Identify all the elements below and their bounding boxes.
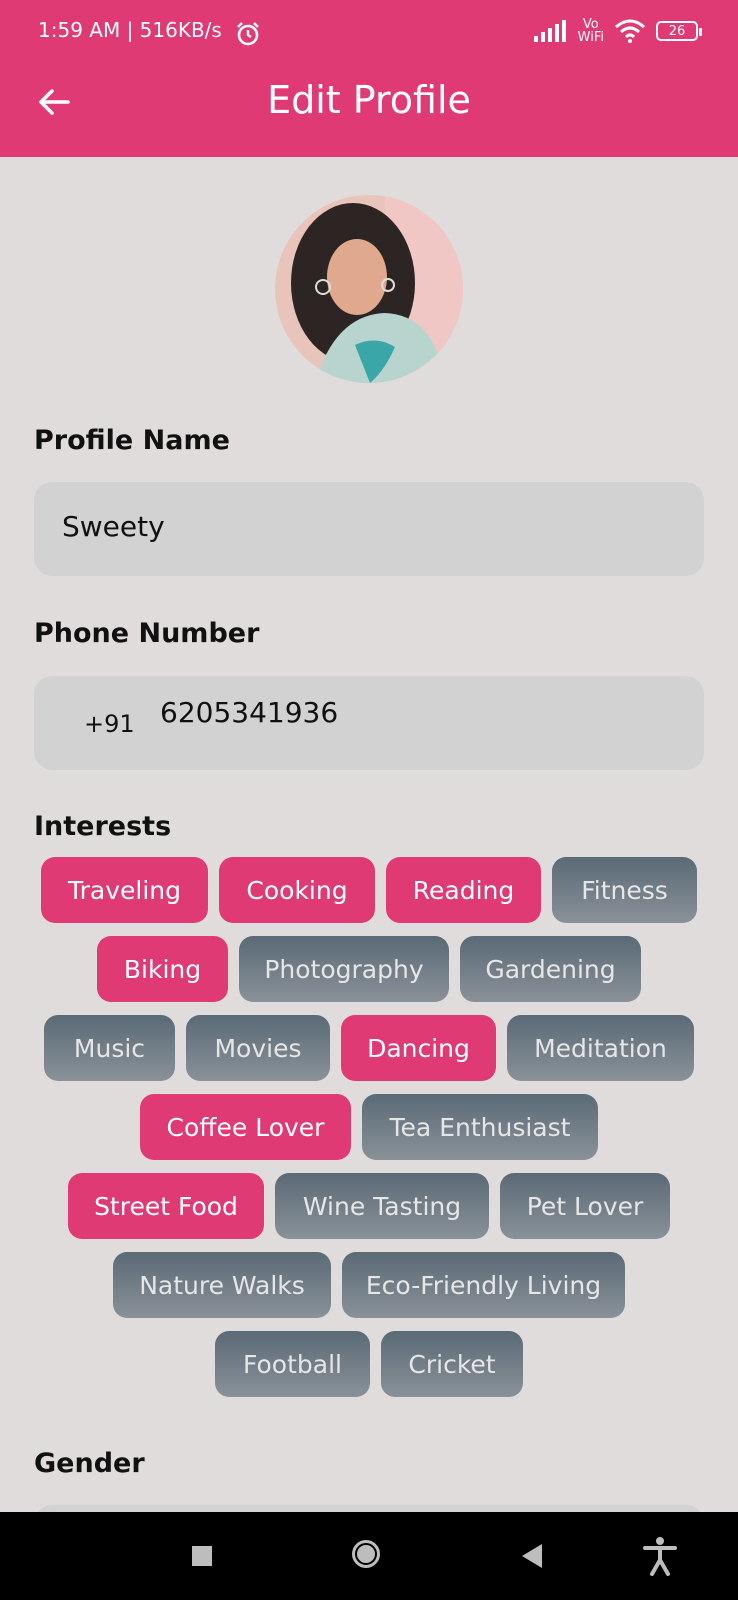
recents-icon[interactable] xyxy=(192,1546,212,1566)
chip-label: Coffee Lover xyxy=(166,1112,325,1142)
interest-chip-movies[interactable]: Movies xyxy=(186,1015,330,1081)
chip-label: Pet Lover xyxy=(526,1191,644,1221)
profile-name-value[interactable]: Sweety xyxy=(62,510,165,543)
country-code[interactable]: +91 xyxy=(84,710,135,738)
interest-chip-eco-friendly-living[interactable]: Eco-Friendly Living xyxy=(342,1252,625,1318)
chip-label: Biking xyxy=(123,954,202,984)
chip-label: Street Food xyxy=(94,1191,238,1221)
interest-chip-gardening[interactable]: Gardening xyxy=(460,936,641,1002)
app-bar: 1:59 AM | 516KB/s Vo WiFi 26 Edit Profil… xyxy=(0,0,738,157)
profile-name-label: Profile Name xyxy=(34,425,230,456)
chip-label: Eco-Friendly Living xyxy=(365,1270,602,1300)
interest-chip-pet-lover[interactable]: Pet Lover xyxy=(500,1173,670,1239)
phone-number-field[interactable]: +91 6205341936 xyxy=(34,676,704,770)
interest-chip-meditation[interactable]: Meditation xyxy=(507,1015,694,1081)
chip-label: Fitness xyxy=(581,875,668,905)
interest-chip-music[interactable]: Music xyxy=(44,1015,175,1081)
interest-chip-photography[interactable]: Photography xyxy=(239,936,449,1002)
interest-chip-coffee-lover[interactable]: Coffee Lover xyxy=(140,1094,351,1160)
chip-label: Photography xyxy=(264,954,424,984)
chip-label: Dancing xyxy=(367,1033,470,1063)
interest-chip-wine-tasting[interactable]: Wine Tasting xyxy=(275,1173,489,1239)
page-title: Edit Profile xyxy=(267,78,471,122)
wifi-icon xyxy=(615,19,645,43)
interest-chip-traveling[interactable]: Traveling xyxy=(41,857,208,923)
chip-label: Cooking xyxy=(246,875,348,905)
chip-label: Gardening xyxy=(485,954,616,984)
alarm-icon xyxy=(237,22,259,46)
interest-chip-football[interactable]: Football xyxy=(215,1331,370,1397)
gender-label: Gender xyxy=(34,1448,145,1479)
interest-chip-tea-enthusiast[interactable]: Tea Enthusiast xyxy=(362,1094,598,1160)
interest-chip-cricket[interactable]: Cricket xyxy=(381,1331,523,1397)
system-nav-bar xyxy=(0,1512,738,1600)
accessibility-icon[interactable] xyxy=(642,1536,678,1576)
interest-chip-fitness[interactable]: Fitness xyxy=(552,857,697,923)
chip-label: Reading xyxy=(412,875,515,905)
status-icons: Vo WiFi 26 xyxy=(533,17,702,45)
chip-label: Movies xyxy=(214,1033,302,1063)
home-icon[interactable] xyxy=(352,1540,380,1568)
back-icon[interactable] xyxy=(522,1544,542,1568)
interest-chip-dancing[interactable]: Dancing xyxy=(341,1015,496,1081)
chip-label: Cricket xyxy=(408,1349,496,1379)
phone-number-label: Phone Number xyxy=(34,618,260,649)
chip-label: Nature Walks xyxy=(139,1270,305,1300)
interest-chip-biking[interactable]: Biking xyxy=(97,936,228,1002)
status-time: 1:59 AM | 516KB/s xyxy=(38,18,222,42)
chip-label: Football xyxy=(243,1349,342,1379)
battery-level: 26 xyxy=(668,23,686,39)
signal-icon xyxy=(533,20,566,42)
vowifi-label: Vo WiFi xyxy=(577,17,604,45)
interest-chip-reading[interactable]: Reading xyxy=(386,857,541,923)
avatar-photo xyxy=(275,195,463,383)
chip-label: Tea Enthusiast xyxy=(389,1112,571,1142)
interest-chip-street-food[interactable]: Street Food xyxy=(68,1173,264,1239)
battery-icon: 26 xyxy=(656,21,702,41)
interest-chip-cooking[interactable]: Cooking xyxy=(219,857,375,923)
chip-label: Meditation xyxy=(534,1033,667,1063)
phone-number-value[interactable]: 6205341936 xyxy=(160,696,338,729)
profile-avatar[interactable] xyxy=(275,195,463,383)
interest-chip-nature-walks[interactable]: Nature Walks xyxy=(113,1252,331,1318)
chip-label: Wine Tasting xyxy=(302,1191,462,1221)
chip-label: Music xyxy=(73,1033,146,1063)
profile-name-field[interactable]: Sweety xyxy=(34,482,704,576)
interests-label: Interests xyxy=(34,811,172,842)
chip-label: Traveling xyxy=(68,875,181,905)
